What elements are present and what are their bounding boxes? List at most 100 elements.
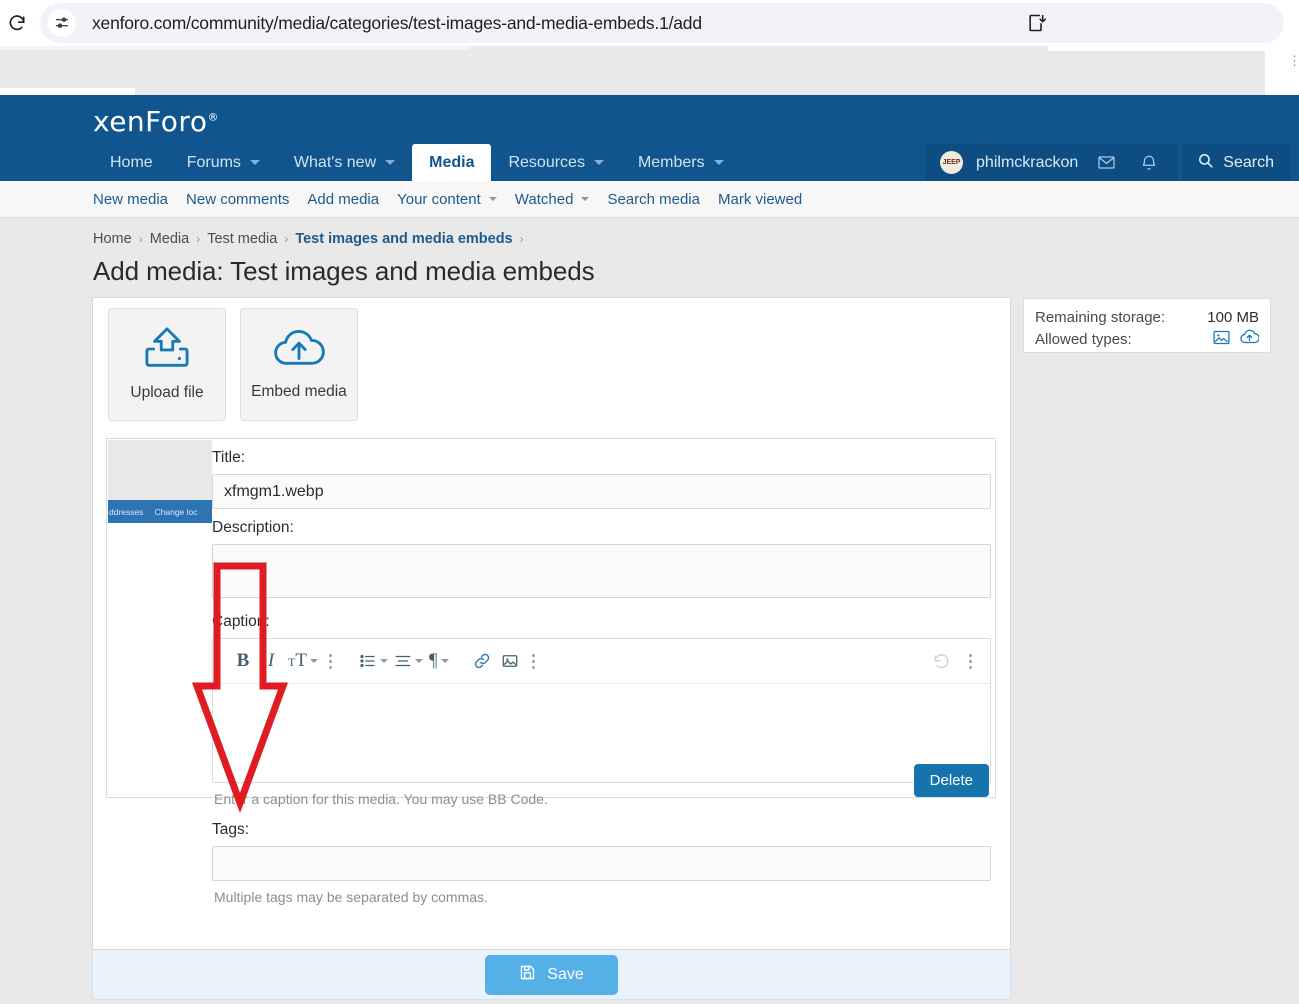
toolbar-overflow-icon[interactable]: [961, 652, 980, 670]
remaining-storage-label: Remaining storage:: [1035, 308, 1166, 326]
nav-item-label: Members: [637, 153, 705, 171]
chevron-down-icon: [379, 659, 388, 663]
address-bar[interactable]: xenforo.com/community/media/categories/t…: [40, 3, 1284, 43]
subnav-item-search-media[interactable]: Search media: [598, 191, 709, 208]
upload-file-label: Upload file: [130, 384, 204, 401]
site-logo-trademark: ®: [207, 110, 219, 124]
nav-item-media[interactable]: Media: [412, 144, 492, 181]
caption-input[interactable]: [213, 684, 990, 782]
subnav-item-watched[interactable]: Watched: [506, 191, 599, 208]
thumbnail-bar-text-2: Change loc: [154, 506, 198, 517]
subnav-item-label: Search media: [607, 190, 700, 208]
chevron-down-icon: [385, 160, 396, 165]
attachment-editor-row: ddresses Change loc Title: Description: …: [106, 438, 996, 905]
description-input[interactable]: [212, 544, 991, 598]
site-logo[interactable]: xenForo®: [93, 105, 219, 138]
paragraph-icon[interactable]: ¶: [426, 646, 452, 676]
caption-hint: Enter a caption for this media. You may …: [214, 791, 548, 807]
caption-label: Caption:: [212, 613, 270, 630]
bold-icon[interactable]: B: [229, 646, 257, 676]
breadcrumb-separator-icon: ›: [196, 232, 201, 246]
breadcrumb-item-test-media[interactable]: Test media: [207, 231, 277, 247]
allowed-types-label: Allowed types:: [1035, 330, 1132, 348]
breadcrumb-item-media[interactable]: Media: [150, 231, 190, 247]
page-title: Add media: Test images and media embeds: [93, 256, 595, 286]
embed-media-label: Embed media: [251, 383, 347, 400]
breadcrumb: Home › Media › Test media › Test images …: [93, 231, 524, 247]
search-button[interactable]: Search: [1182, 144, 1290, 181]
title-input[interactable]: [212, 474, 991, 509]
chevron-down-icon: [440, 659, 449, 663]
subnav-item-your-content[interactable]: Your content: [388, 191, 506, 208]
search-icon: [1197, 152, 1214, 174]
allowed-types-row: Allowed types:: [1035, 329, 1260, 349]
text-align-icon[interactable]: [391, 646, 426, 676]
nav-item-forums[interactable]: Forums: [170, 144, 277, 181]
chrome-strip-gap-2: [0, 88, 135, 95]
bulleted-list-icon[interactable]: [356, 646, 391, 676]
form-submit-bar: Save: [92, 950, 1011, 1000]
delete-row: Delete: [913, 764, 989, 797]
subnav-item-new-comments[interactable]: New comments: [177, 191, 298, 208]
chrome-strip-gap-3: [1048, 46, 1299, 51]
subnav-item-mark-viewed[interactable]: Mark viewed: [709, 191, 811, 208]
attachment-thumbnail[interactable]: ddresses Change loc: [108, 440, 212, 548]
chevron-down-icon: [713, 160, 724, 165]
storage-info-card: Remaining storage: 100 MB Allowed types:: [1023, 298, 1271, 353]
editor-toolbar-right: [927, 646, 980, 676]
upload-options-row: Upload file Embed media: [108, 308, 358, 421]
delete-button[interactable]: Delete: [913, 764, 989, 797]
upload-file-button[interactable]: Upload file: [108, 308, 226, 421]
insert-image-icon[interactable]: [496, 646, 524, 676]
allowed-types-icons: [1213, 329, 1260, 349]
subnav-item-label: Mark viewed: [718, 190, 803, 208]
link-icon[interactable]: [468, 646, 496, 676]
nav-item-resources[interactable]: Resources: [491, 144, 620, 181]
breadcrumb-item-home[interactable]: Home: [93, 231, 132, 247]
url-text: xenforo.com/community/media/categories/t…: [92, 12, 702, 33]
nav-item-home[interactable]: Home: [93, 144, 170, 181]
save-button[interactable]: Save: [485, 954, 618, 995]
breadcrumb-separator-icon: ›: [284, 232, 289, 246]
font-size-icon[interactable]: TT: [285, 646, 321, 676]
subnav-item-label: New media: [93, 190, 169, 208]
envelope-icon[interactable]: [1091, 144, 1121, 181]
browser-chrome: xenforo.com/community/media/categories/t…: [0, 0, 1299, 46]
site-logo-text: xenForo: [93, 105, 208, 138]
embed-media-button[interactable]: Embed media: [240, 308, 358, 421]
chevron-down-icon: [249, 160, 260, 165]
attachment-fields: Title: Description: Caption: B I TT: [212, 439, 996, 905]
more-insert-options-icon[interactable]: [524, 652, 543, 670]
install-app-icon[interactable]: [1023, 10, 1049, 36]
nav-item-members[interactable]: Members: [621, 144, 741, 181]
upload-tray-icon: [142, 327, 192, 376]
subnav-item-label: New comments: [186, 190, 290, 208]
caption-rich-editor: B I TT ¶: [212, 638, 991, 783]
avatar: JEEP: [940, 151, 964, 174]
site-header: xenForo® Home Forums What's new Media Re…: [0, 95, 1299, 181]
cloud-upload-icon: [273, 328, 325, 375]
browser-toolbar-strip: [0, 46, 1299, 95]
subnav-item-new-media[interactable]: New media: [84, 191, 177, 208]
breadcrumb-item-current[interactable]: Test images and media embeds: [295, 231, 512, 247]
thumbnail-bar-text-1: ddresses: [109, 506, 144, 517]
nav-item-whats-new[interactable]: What's new: [277, 144, 412, 181]
browser-menu-icon[interactable]: ⋮: [1288, 54, 1299, 67]
subnav-item-add-media[interactable]: Add media: [298, 191, 388, 208]
more-text-options-icon[interactable]: [321, 652, 340, 670]
thumbnail-image-bottom: [108, 523, 212, 548]
italic-icon[interactable]: I: [257, 646, 285, 676]
title-label: Title:: [212, 449, 246, 466]
bell-icon[interactable]: [1134, 144, 1164, 181]
subnav-item-label: Add media: [307, 190, 380, 208]
undo-icon[interactable]: [927, 646, 955, 676]
tags-hint: Multiple tags may be separated by commas…: [214, 889, 488, 905]
site-settings-icon[interactable]: [48, 9, 76, 37]
reload-icon[interactable]: [0, 10, 34, 36]
search-label: Search: [1223, 153, 1274, 171]
breadcrumb-separator-icon: ›: [519, 232, 524, 246]
chevron-down-icon: [488, 197, 497, 201]
subnav-item-label: Your content: [397, 190, 481, 208]
user-menu-button[interactable]: JEEP philmckrackon: [926, 144, 1179, 181]
tags-input[interactable]: [212, 846, 991, 881]
